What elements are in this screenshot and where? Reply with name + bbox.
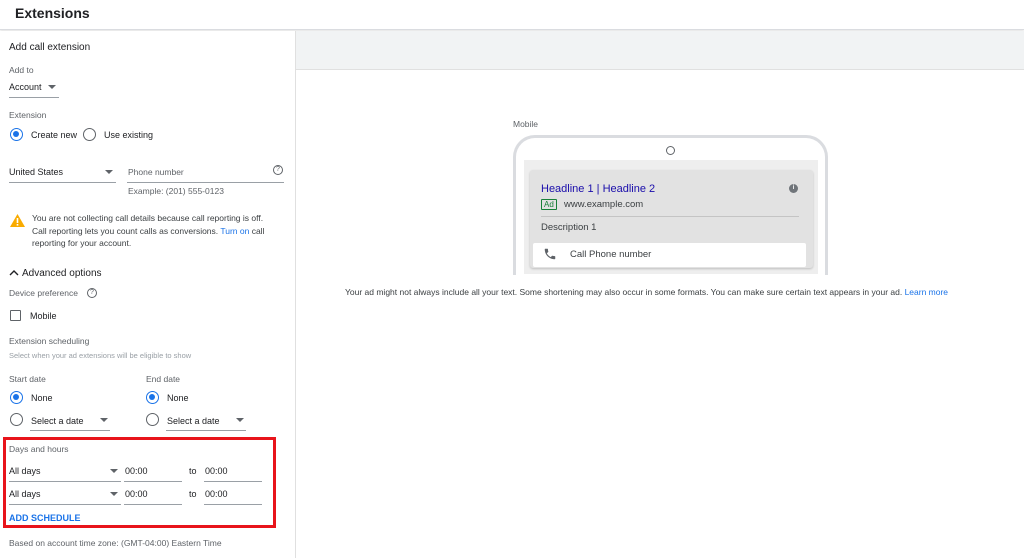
turn-on-link[interactable]: Turn on xyxy=(220,226,249,236)
end-none-radio[interactable] xyxy=(146,391,159,404)
add-to-select[interactable]: Account xyxy=(9,82,42,92)
country-underline xyxy=(9,182,116,183)
add-to-underline xyxy=(9,97,59,98)
start-date-label: Start date xyxy=(9,374,46,384)
advanced-options-toggle[interactable]: Advanced options xyxy=(22,268,102,279)
page-title: Extensions xyxy=(15,5,90,21)
call-text: Call Phone number xyxy=(570,249,652,260)
end-date-select[interactable]: Select a date xyxy=(167,416,220,426)
add-to-dropdown-icon[interactable] xyxy=(48,85,56,89)
top-bar: Extensions xyxy=(0,0,1024,30)
create-new-radio[interactable] xyxy=(10,128,23,141)
end-select-radio[interactable] xyxy=(146,413,159,426)
start-none-label[interactable]: None xyxy=(31,393,53,403)
use-existing-label[interactable]: Use existing xyxy=(104,130,153,140)
warning-line-2: Call reporting lets you count calls as c… xyxy=(32,226,264,236)
start-none-radio[interactable] xyxy=(10,391,23,404)
phone-icon xyxy=(544,248,556,260)
warning-text: Call reporting lets you count calls as c… xyxy=(32,226,221,236)
ad-description: Description 1 xyxy=(541,222,597,233)
warning-text-end: call xyxy=(249,226,265,236)
chevron-up-icon[interactable] xyxy=(9,269,19,276)
learn-more-link[interactable]: Learn more xyxy=(905,287,948,297)
end-date-label: End date xyxy=(146,374,181,384)
mobile-label[interactable]: Mobile xyxy=(30,311,57,321)
country-dropdown-icon[interactable] xyxy=(105,170,113,174)
preview-note-text: Your ad might not always include all you… xyxy=(345,287,905,297)
start-select-radio[interactable] xyxy=(10,413,23,426)
preview-note: Your ad might not always include all you… xyxy=(345,287,948,297)
create-new-label[interactable]: Create new xyxy=(31,130,77,140)
warning-icon xyxy=(10,214,25,227)
phone-example: Example: (201) 555-0123 xyxy=(128,186,224,196)
highlight-box xyxy=(3,437,276,528)
timezone-note: Based on account time zone: (GMT-04:00) … xyxy=(9,538,222,548)
phone-number-input[interactable]: Phone number xyxy=(128,167,184,177)
use-existing-radio[interactable] xyxy=(83,128,96,141)
phone-underline xyxy=(127,182,284,183)
preview-band xyxy=(296,31,1024,70)
scheduling-hint: Select when your ad extensions will be e… xyxy=(9,351,192,360)
start-date-select[interactable]: Select a date xyxy=(31,416,84,426)
start-date-underline xyxy=(30,430,110,431)
end-none-label[interactable]: None xyxy=(167,393,189,403)
preview-device-label: Mobile xyxy=(513,119,539,129)
info-icon[interactable]: i xyxy=(789,184,798,193)
phone-camera-icon xyxy=(666,146,675,155)
section-title: Add call extension xyxy=(9,42,91,53)
end-date-dropdown-icon[interactable] xyxy=(236,418,244,422)
phone-help-icon[interactable]: ? xyxy=(273,165,283,175)
end-date-underline xyxy=(166,430,246,431)
ad-divider xyxy=(541,216,799,217)
country-select[interactable]: United States xyxy=(9,167,63,177)
extension-scheduling-label: Extension scheduling xyxy=(9,336,90,346)
add-to-label: Add to xyxy=(9,65,34,75)
ad-url: www.example.com xyxy=(564,199,644,210)
ad-badge: Ad xyxy=(541,199,557,210)
warning-line-1: You are not collecting call details beca… xyxy=(32,213,264,223)
warning-line-3: reporting for your account. xyxy=(32,238,132,248)
device-preference-label: Device preference xyxy=(9,288,78,298)
device-help-icon[interactable]: ? xyxy=(87,288,97,298)
extension-label: Extension xyxy=(9,110,47,120)
mobile-checkbox[interactable] xyxy=(10,310,21,321)
ad-headline: Headline 1 | Headline 2 xyxy=(541,183,656,195)
start-date-dropdown-icon[interactable] xyxy=(100,418,108,422)
